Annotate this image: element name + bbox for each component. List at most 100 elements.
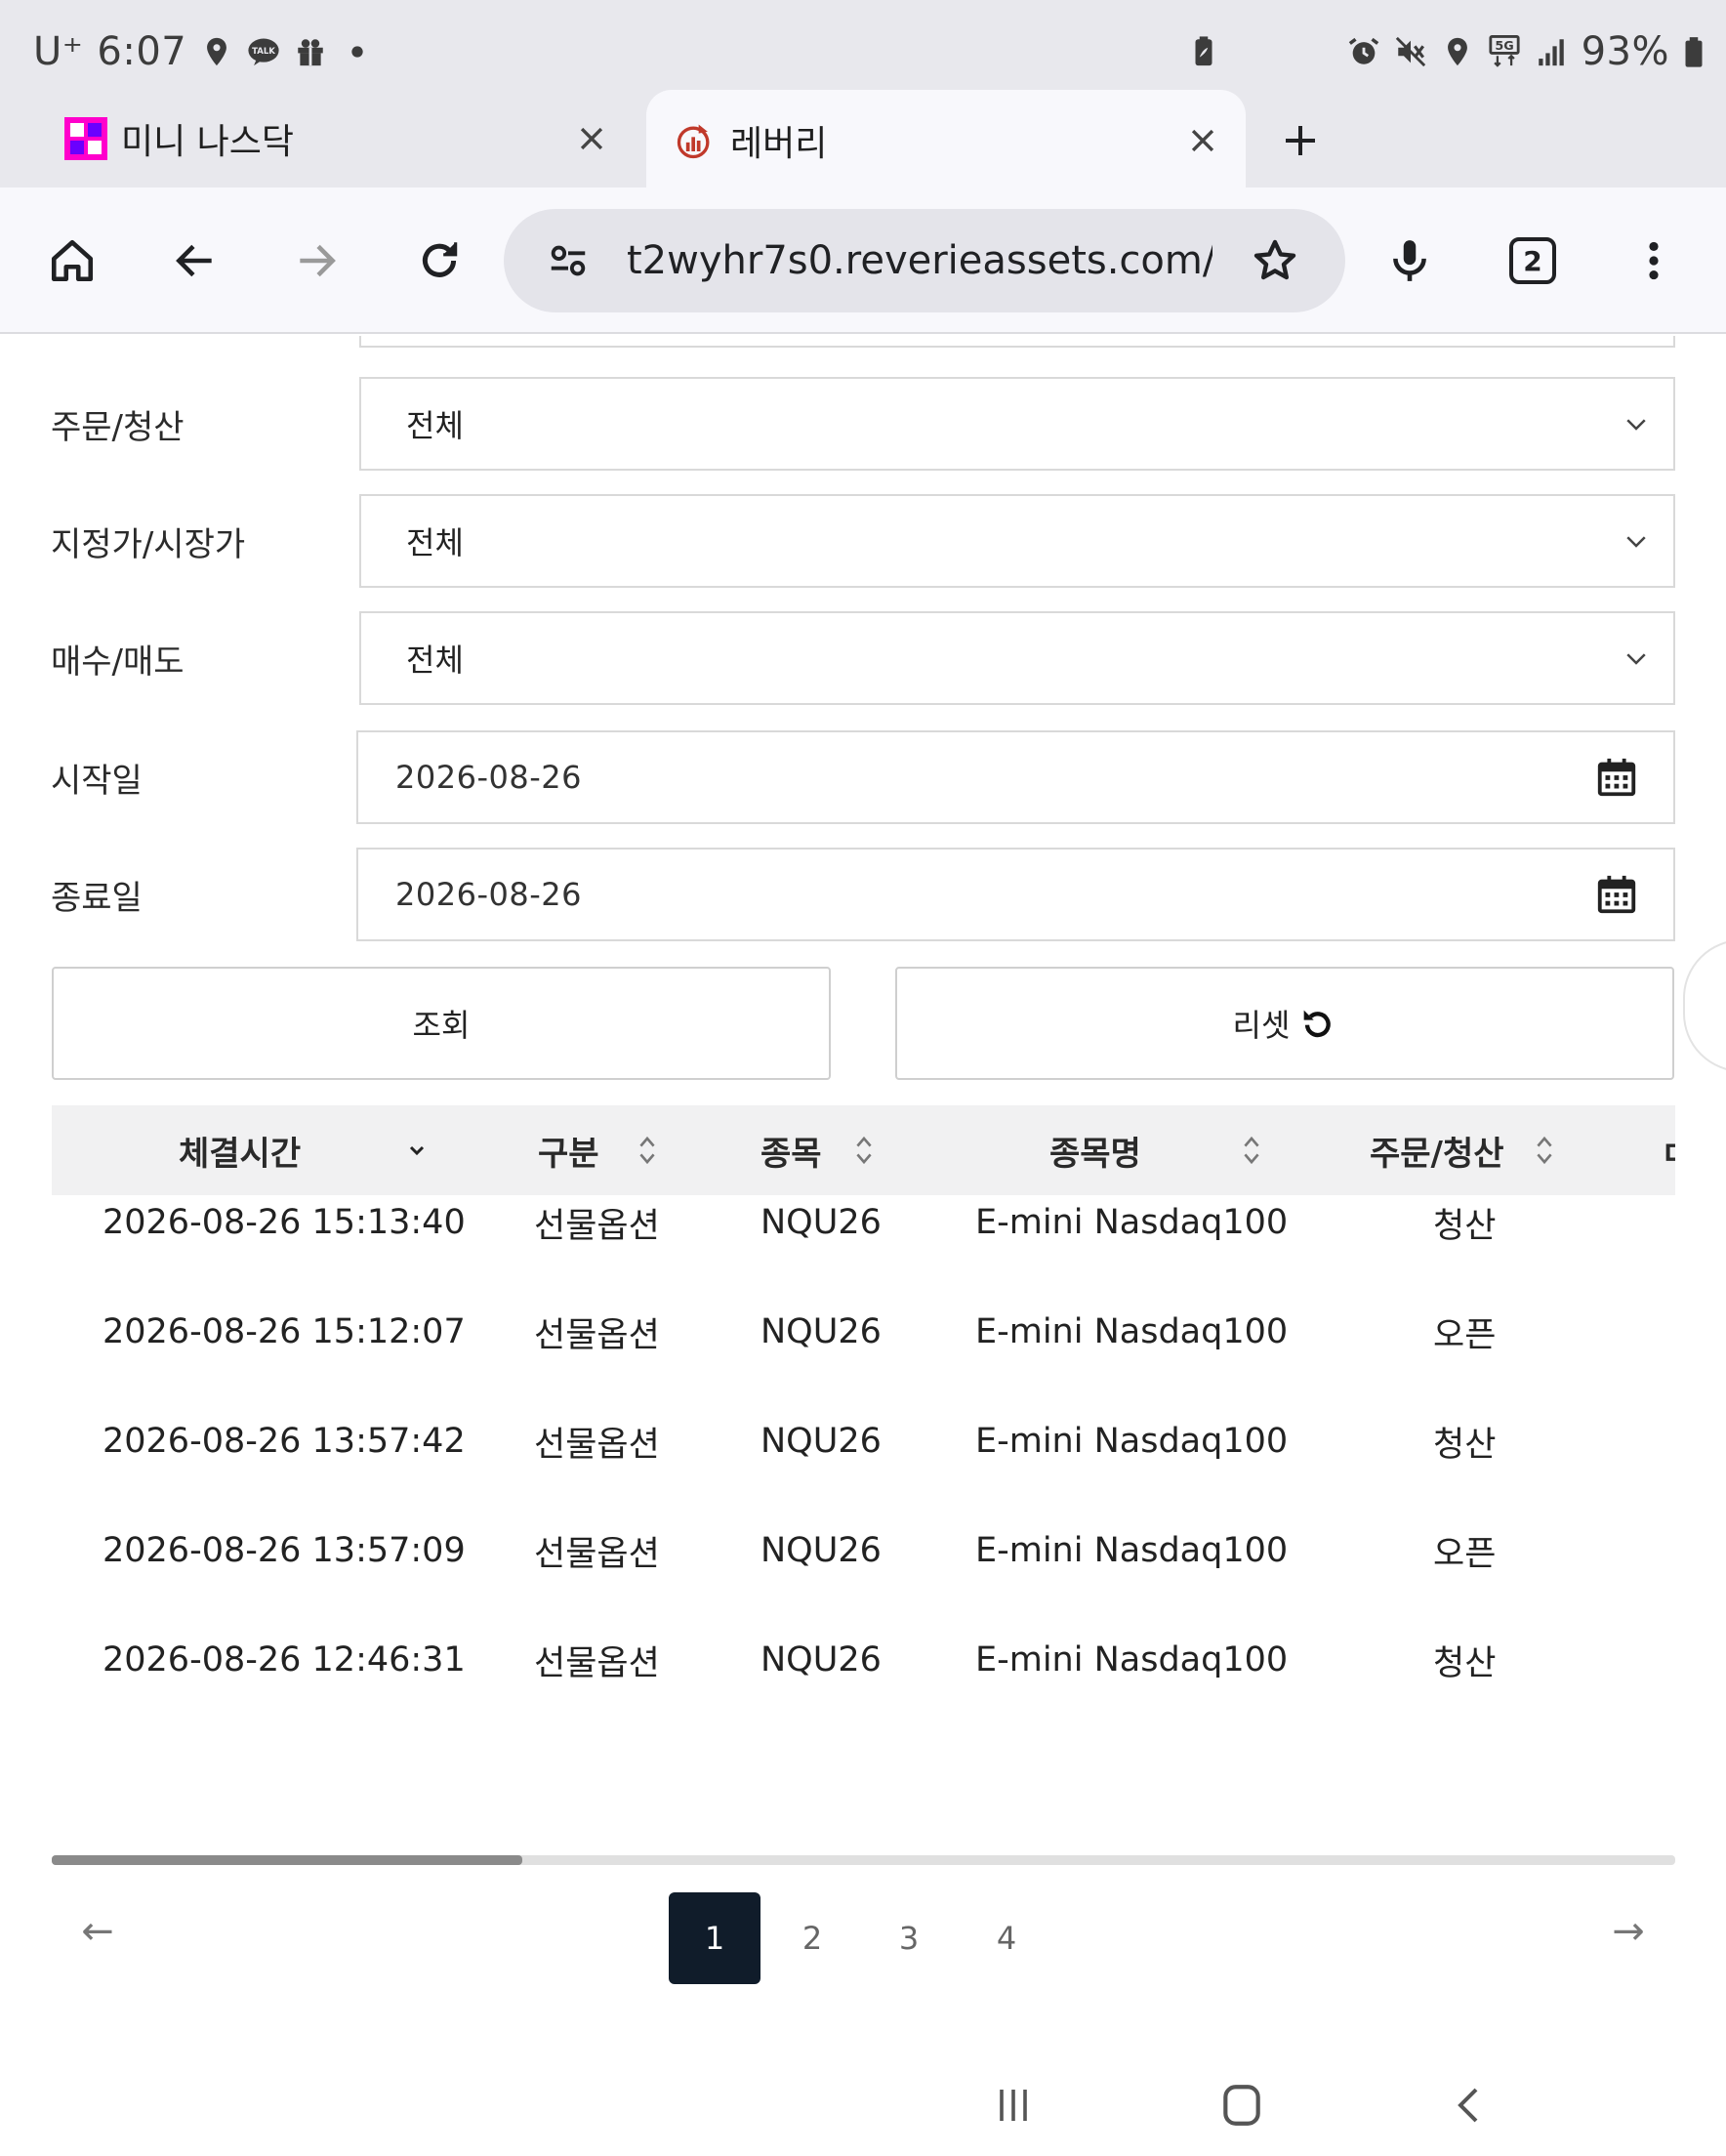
start-date-row: 시작일 2026-08-26: [0, 730, 1726, 824]
sort-icon[interactable]: [1237, 1129, 1266, 1172]
reset-button[interactable]: 리셋: [895, 967, 1674, 1080]
reset-icon: [1297, 1004, 1336, 1043]
grid-favicon-icon: [64, 117, 107, 160]
end-date-input[interactable]: 2026-08-26: [356, 848, 1675, 941]
select-value: 전체: [406, 524, 464, 561]
clock: 6:07: [97, 29, 187, 74]
recent-apps-button[interactable]: [974, 2070, 1052, 2140]
chevron-left-icon: [1458, 2088, 1478, 2123]
forward-button[interactable]: [279, 224, 353, 298]
kakaotalk-icon: TALK: [247, 35, 280, 68]
scrollbar-thumb[interactable]: [52, 1855, 523, 1865]
page-number: 2: [801, 1920, 823, 1957]
close-icon[interactable]: [1173, 111, 1232, 170]
cell-exec-time: 2026-08-26 15:13:40: [103, 1203, 466, 1242]
dot-icon: [341, 35, 374, 68]
cell-symbol-name: E-mini Nasdaq100: [975, 1640, 1289, 1679]
cell-category: 선물옵션: [534, 1534, 660, 1574]
tab-mini-nasdaq[interactable]: 미니 나스닥: [39, 90, 635, 187]
cell-category: 선물옵션: [534, 1425, 660, 1465]
cell-order-settle: 오픈: [1433, 1315, 1497, 1355]
page-1-button[interactable]: 1: [669, 1892, 760, 1984]
menu-button[interactable]: [1617, 224, 1691, 298]
cell-exec-time: 2026-08-26 13:57:42: [103, 1422, 466, 1461]
end-date-row: 종료일 2026-08-26: [0, 848, 1726, 941]
home-button[interactable]: [35, 224, 109, 298]
search-button-label: 조회: [412, 1007, 471, 1044]
home-nav-icon: [1223, 2085, 1260, 2126]
status-right: 5G 93%: [1187, 25, 1705, 78]
next-page-button[interactable]: →: [1589, 1892, 1667, 1970]
cell-exec-time: 2026-08-26 12:46:31: [103, 1640, 466, 1679]
cell-symbol: NQU26: [760, 1312, 882, 1351]
calendar-icon[interactable]: [1593, 871, 1640, 918]
carrier-label: U⁺: [33, 29, 84, 74]
reset-button-label: 리셋: [1232, 1007, 1291, 1044]
leverage-favicon-icon: [674, 119, 717, 162]
page-content: 주문/청산 전체 지정가/시장가 전체 매수/매도 전체 시작일 2026-08…: [0, 336, 1726, 2054]
buy-sell-select[interactable]: 전체: [359, 611, 1675, 705]
cell-category: 선물옵션: [534, 1315, 660, 1355]
address-bar[interactable]: t2wyhr7s0.reverieassets.com/U: [504, 209, 1345, 312]
limit-market-select[interactable]: 전체: [359, 494, 1675, 588]
cell-category: 선물옵션: [534, 1643, 660, 1683]
select-value: 전체: [406, 642, 464, 679]
battery-percent: 93%: [1581, 29, 1669, 74]
page-number: 3: [898, 1920, 920, 1957]
back-nav-button[interactable]: [1431, 2070, 1509, 2140]
home-nav-button[interactable]: [1203, 2070, 1281, 2140]
url-text[interactable]: t2wyhr7s0.reverieassets.com/U: [627, 238, 1212, 283]
home-icon: [51, 239, 94, 282]
sort-icon[interactable]: [1530, 1129, 1559, 1172]
sort-desc-icon[interactable]: [402, 1129, 432, 1172]
arrow-right-icon: →: [1612, 1909, 1645, 1954]
tab-switcher-button[interactable]: 2: [1496, 224, 1570, 298]
select-value: 전체: [406, 407, 464, 444]
page-4-button[interactable]: 4: [961, 1892, 1052, 1984]
table-row[interactable]: 2026-08-26 13:57:42 선물옵션 NQU26 E-mini Na…: [52, 1387, 1675, 1496]
close-icon[interactable]: [562, 109, 621, 168]
sort-icon[interactable]: [849, 1129, 879, 1172]
signal-icon: [1535, 35, 1568, 68]
sort-icon[interactable]: [633, 1129, 662, 1172]
bookmark-star-icon[interactable]: [1246, 231, 1304, 290]
5g-icon: 5G: [1488, 35, 1521, 68]
start-date-input[interactable]: 2026-08-26: [356, 730, 1675, 824]
prev-page-button[interactable]: ←: [59, 1892, 137, 1970]
microphone-icon: [1393, 240, 1426, 281]
location-icon: [1441, 35, 1474, 68]
table-row[interactable]: 2026-08-26 12:46:31 선물옵션 NQU26 E-mini Na…: [52, 1605, 1675, 1715]
order-settle-select[interactable]: 전체: [359, 377, 1675, 471]
table-row[interactable]: 2026-08-26 15:13:40 선물옵션 NQU26 E-mini Na…: [52, 1168, 1675, 1277]
horizontal-scrollbar[interactable]: [52, 1855, 1675, 1865]
cell-symbol: NQU26: [760, 1640, 882, 1679]
battery-icon: [1683, 35, 1705, 68]
cell-order-settle: 오픈: [1433, 1534, 1497, 1574]
buy-sell-row: 매수/매도 전체: [0, 611, 1726, 705]
page-2-button[interactable]: 2: [766, 1892, 858, 1984]
table-row[interactable]: 2026-08-26 13:57:09 선물옵션 NQU26 E-mini Na…: [52, 1496, 1675, 1605]
page-3-button[interactable]: 3: [863, 1892, 955, 1984]
back-button[interactable]: [158, 224, 232, 298]
gift-icon: [294, 35, 327, 68]
floating-side-handle[interactable]: [1683, 939, 1726, 1072]
status-bar: U⁺ 6:07 TALK 5G 93%: [0, 0, 1726, 98]
plus-icon: [1286, 126, 1315, 155]
search-button[interactable]: 조회: [52, 967, 831, 1080]
voice-search-button[interactable]: [1373, 224, 1447, 298]
site-settings-icon[interactable]: [539, 231, 597, 290]
cell-symbol: NQU26: [760, 1422, 882, 1461]
location-icon: [200, 35, 233, 68]
page-number: 1: [704, 1920, 725, 1957]
calendar-icon[interactable]: [1593, 754, 1640, 801]
recents-icon: [1000, 2090, 1027, 2121]
new-tab-button[interactable]: [1271, 111, 1330, 170]
order-settle-label: 주문/청산: [51, 407, 185, 447]
cell-category: 선물옵션: [534, 1206, 660, 1246]
reload-button[interactable]: [402, 224, 476, 298]
reload-icon: [422, 242, 458, 277]
table-row[interactable]: 2026-08-26 15:12:07 선물옵션 NQU26 E-mini Na…: [52, 1277, 1675, 1387]
tab-title: 미니 나스닥: [121, 122, 295, 162]
svg-text:TALK: TALK: [252, 47, 275, 57]
tab-leverage[interactable]: 레버리: [646, 90, 1246, 191]
